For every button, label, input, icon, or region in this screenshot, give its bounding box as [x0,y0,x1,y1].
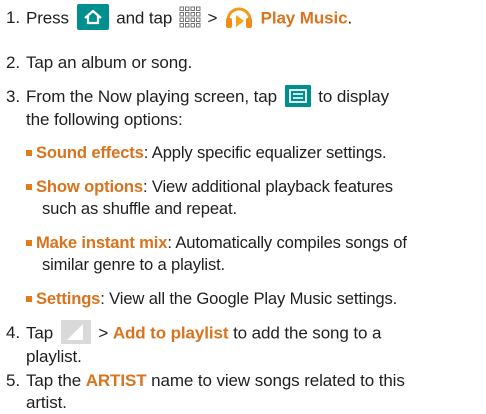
overflow-corner-icon [60,320,91,344]
step-2: 2. Tap an album or song. [6,52,480,74]
option-term: Make instant mix [36,233,168,252]
step-text: Tap [26,323,54,343]
step-text-continued: playlist. [26,347,82,366]
option-desc: : Automatically compiles songs of [167,233,407,252]
bullet-marker [26,240,32,246]
step-1: 1. Press and tap > Play Music. [6,4,480,32]
option-desc-continued: such as shuffle and repeat. [42,199,237,218]
home-icon [76,4,109,30]
play-music-icon [224,4,254,30]
option-make-instant-mix: Make instant mix: Automatically compiles… [26,232,480,276]
step-text: Tap an album or song. [26,53,193,72]
app-name: Play Music [260,8,348,28]
step-number: 2. [6,53,20,72]
step-text: and tap [116,8,173,28]
keyword-artist: ARTIST [85,371,147,390]
option-term: Show options [36,177,143,196]
step-text-continued: the following options: [26,109,183,129]
step-number: 5. [6,371,20,390]
option-desc: : View all the Google Play Music setting… [100,289,398,308]
step-number: 3. [6,87,20,106]
bullet-marker [26,150,32,156]
bullet-marker [26,296,32,302]
step-text: to display [318,87,390,106]
step-text-continued: artist. [26,393,67,412]
bullet-marker [26,184,32,190]
step-text: Tap the [26,371,82,390]
option-term: Settings [36,289,101,308]
action-label: Add to playlist [112,323,229,343]
greater-than-symbol: > [207,8,218,28]
greater-than-symbol: > [98,323,109,343]
step-4: 4. Tap > Add to playlist to add the song … [6,320,480,368]
step-3: 3. From the Now playing screen, tap to di… [6,84,480,131]
option-desc-continued: similar genre to a playlist. [42,255,226,274]
option-sound-effects: Sound effects: Apply specific equalizer … [26,142,480,164]
step-5: 5. Tap the ARTIST name to view songs rela… [6,370,480,414]
step-number: 4. [6,323,20,343]
option-desc: : View additional playback features [142,177,393,196]
option-desc: : Apply specific equalizer settings. [143,143,387,162]
step-text: From the Now playing screen, tap [26,87,277,106]
step-text: Press [26,8,69,28]
apps-grid-icon [179,6,201,28]
option-show-options: Show options: View additional playback f… [26,176,480,220]
option-term: Sound effects [36,143,144,162]
option-settings: Settings: View all the Google Play Music… [26,288,480,310]
step-number: 1. [6,8,20,28]
menu-icon [284,84,311,107]
step-text: to add the song to a [233,323,382,343]
step-text: name to view songs related to this [151,371,405,390]
step-text: . [347,8,353,28]
